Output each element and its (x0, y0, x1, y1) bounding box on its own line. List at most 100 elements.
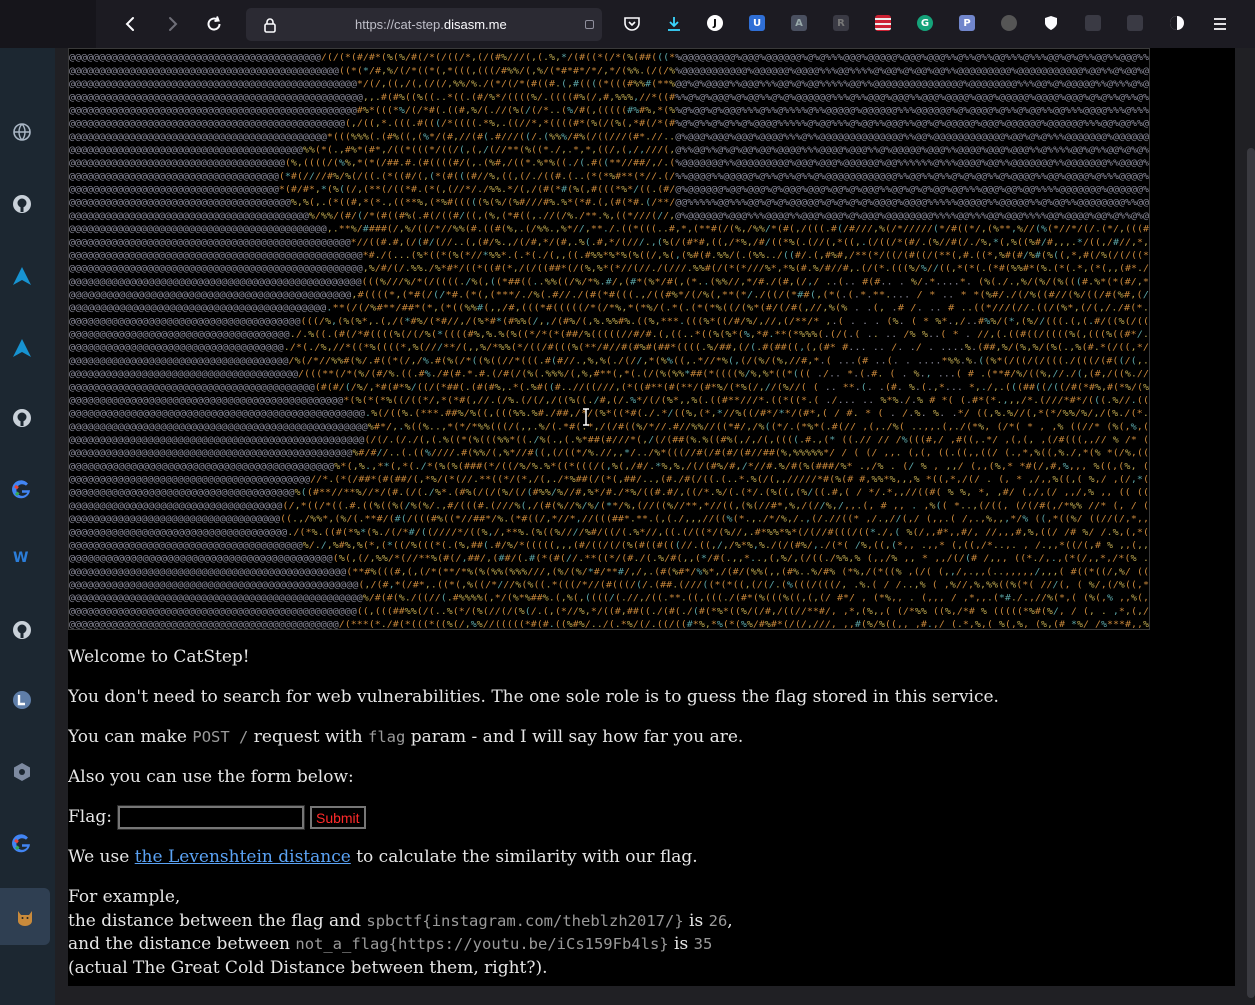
svg-text:@@@@@@@@@@@@@@@@@@@@@@@@@@@@@@: @@@@@@@@@@@@@@@@@@@@@@@@@@@@@@@@@@@@@@@@… (69, 250, 1149, 261)
grammarly-icon[interactable]: G (917, 15, 933, 31)
ascii-art-canvas: @@@@@@@@@@@@@@@@@@@@@@@@@@@@@@@@@@@@@@@@… (69, 52, 1149, 629)
downloads-button[interactable] (664, 14, 684, 34)
example-3: (actual The Great Cold Distance between … (68, 957, 548, 978)
downloads-icon (668, 17, 680, 31)
levenshtein-link[interactable]: the Levenshtein distance (135, 847, 351, 867)
example-intro: For example, (68, 887, 181, 907)
page-content: @@@@@@@@@@@@@@@@@@@@@@@@@@@@@@@@@@@@@@@@… (68, 48, 1235, 986)
extension-a-icon[interactable]: A (791, 15, 807, 31)
svg-text:@@@@@@@@@@@@@@@@@@@@@@@@@@@@@@: @@@@@@@@@@@@@@@@@@@@@@@@@@@@@@@@@@@ ((.,/… (69, 514, 1149, 525)
levenshtein-text: We use the Levenshtein distance to calcu… (68, 847, 698, 867)
svg-text:@@@@@@@@@@@@@@@@@@@@@@@@@@@@@@: @@@@@@@@@@@@@@@@@@@@@@@@@@@@@@@@@@@@@@@@… (69, 263, 1149, 274)
forward-button[interactable] (158, 10, 186, 38)
flag-form: Flag: Submit (68, 805, 1228, 830)
sidebar-google-1[interactable] (8, 476, 36, 504)
l-circle-icon (13, 691, 31, 709)
sidebar-google-2[interactable] (8, 830, 36, 858)
sidebar-arch-2[interactable] (8, 334, 36, 362)
page-viewport: @@@@@@@@@@@@@@@@@@@@@@@@@@@@@@@@@@@@@@@@… (55, 48, 1255, 1005)
svg-text:@@@@@@@@@@@@@@@@@@@@@@@@@@@@@@: @@@@@@@@@@@@@@@@@@@@@@@@@@@@@@@@@@@@@@@@… (69, 566, 1149, 577)
svg-text:@@@@@@@@@@@@@@@@@@@@@@@@@@@@@@: @@@@@@@@@@@@@@@@@@@@@@@@@@@@@@@@@@@@@@@@… (69, 105, 1149, 116)
forward-icon (169, 17, 178, 31)
example-2-distance: 35 (693, 935, 713, 953)
svg-text:@@@@@@@@@@@@@@@@@@@@@@@@@@@@@@: @@@@@@@@@@@@@@@@@@@@@@@@@@@@@@@@@@@@@@@@… (69, 474, 1149, 485)
sidebar-l[interactable] (8, 686, 36, 714)
sidebar-cat[interactable] (0, 888, 50, 945)
svg-text:@@@@@@@@@@@@@@@@@@@@@@@@@@@@@@: @@@@@@@@@@@@@@@@@@@@@@@@@@@@@@@@@@@@@@@@… (69, 382, 1149, 393)
svg-text:@@@@@@@@@@@@@@@@@@@@@@@@@@@@@@: @@@@@@@@@@@@@@@@@@@@@@@@@@@@@@@@@@@@@@@%… (69, 144, 1149, 155)
github-icon (13, 621, 31, 639)
svg-text:@@@@@@@@@@@@@@@@@@@@@@@@@@@@@@: @@@@@@@@@@@@@@@@@@@@@@@@@@@@@@@@@@@@@@@@… (69, 579, 1149, 590)
post-instructions: You can make POST / request with flag pa… (68, 727, 744, 747)
github-icon (13, 195, 31, 213)
sidebar: W (0, 48, 55, 1005)
sidebar-github-2[interactable] (8, 404, 36, 432)
svg-text:@@@@@@@@@@@@@@@@@@@@@@@@@@@@@@: @@@@@@@@@@@@@@@@@@@@@@@@@@@@@@@@@@@@ ./(*… (69, 527, 1149, 538)
svg-text:@@@@@@@@@@@@@@@@@@@@@@@@@@@@@@: @@@@@@@@@@@@@@@@@@@@@@@@@@@@@@@@@@@@@@@@… (69, 395, 1149, 406)
back-button[interactable] (117, 10, 145, 38)
example-block: For example, the distance between the fl… (68, 886, 1228, 980)
ascii-cat-art: @@@@@@@@@@@@@@@@@@@@@@@@@@@@@@@@@@@@@@@@… (68, 48, 1150, 630)
menu-icon (1214, 18, 1226, 30)
lock-icon[interactable] (262, 17, 278, 33)
welcome-text: Welcome to CatStep! (68, 647, 250, 667)
svg-text:@@@@@@@@@@@@@@@@@@@@@@@@@@@@@@: @@@@@@@@@@@@@@@@@@@@@@@@@@@@@@@@@@@ (*#(/… (69, 171, 1149, 182)
sidebar-github-1[interactable] (8, 190, 36, 218)
url-bar[interactable]: https://cat-step.disasm.me (246, 8, 602, 41)
google-icon (12, 480, 30, 499)
sidebar-wm[interactable]: W (8, 542, 36, 570)
svg-text:@@@@@@@@@@@@@@@@@@@@@@@@@@@@@@: @@@@@@@@@@@@@@@@@@@@@@@@@@@@@@@@@@@@@ %((… (69, 487, 1149, 498)
extension-grey-icon[interactable] (1085, 15, 1101, 31)
bitwarden-icon[interactable]: U (749, 15, 765, 31)
extension-grid-icon[interactable] (1127, 15, 1143, 31)
page-scrollbar[interactable] (1247, 148, 1255, 998)
arch-icon (13, 267, 31, 285)
url-text[interactable]: https://cat-step.disasm.me (355, 17, 507, 32)
svg-text:@@@@@@@@@@@@@@@@@@@@@@@@@@@@@@: @@@@@@@@@@@@@@@@@@@@@@@@@@@@@@@@@@@ *(#/#… (69, 184, 1149, 195)
extension-reader-icon[interactable]: R (833, 15, 849, 31)
submit-button[interactable]: Submit (309, 806, 366, 829)
shield-extension-icon[interactable] (1043, 15, 1059, 31)
example-1-flag: spbctf{instagram.com/theblzh2017/} (366, 911, 684, 930)
svg-text:@@@@@@@@@@@@@@@@@@@@@@@@@@@@@@: @@@@@@@@@@@@@@@@@@@@@@@@@@@@@@@@@@@@ ./.%… (69, 329, 1149, 340)
sidebar-hex[interactable] (8, 758, 36, 786)
svg-text:@@@@@@@@@@@@@@@@@@@@@@@@@@@@@@: @@@@@@@@@@@@@@@@@@@@@@@@@@@@@@@@@@@@@@@@… (69, 606, 1149, 617)
svg-text:@@@@@@@@@@@@@@@@@@@@@@@@@@@@@@: @@@@@@@@@@@@@@@@@@@@@@@@@@@@@@@@@@@@@@@@… (69, 593, 1149, 604)
globe-icon (13, 123, 31, 141)
svg-text:@@@@@@@@@@@@@@@@@@@@@@@@@@@@@@: @@@@@@@@@@@@@@@@@@@@@@@@@@@@@@@@@@@@@@@@… (69, 421, 1149, 432)
sidebar-github-3[interactable] (8, 616, 36, 644)
sidebar-globe[interactable] (8, 118, 36, 146)
toolbar-spacer (0, 0, 96, 48)
text-cursor-icon (583, 408, 589, 426)
svg-text:@@@@@@@@@@@@@@@@@@@@@@@@@@@@@@: @@@@@@@@@@@@@@@@@@@@@@@@@@@@@@@@@@@@@@@@… (69, 448, 1149, 459)
svg-text:@@@@@@@@@@@@@@@@@@@@@@@@@@@@@@: @@@@@@@@@@@@@@@@@@@@@@@@@@@@@@@@@@@@@@@@… (69, 461, 1149, 472)
svg-text:@@@@@@@@@@@@@@@@@@@@@@@@@@@@@@: @@@@@@@@@@@@@@@@@@@@@@@@@@@@@@@@@@@@@@@@… (69, 553, 1149, 564)
pocket-button[interactable] (622, 14, 642, 34)
google-icon (12, 834, 30, 853)
svg-text:@@@@@@@@@@@@@@@@@@@@@@@@@@@@@@: @@@@@@@@@@@@@@@@@@@@@@@@@@@@@@@@@@@@@@@@… (69, 619, 1149, 629)
example-1: the distance between the flag and spbctf… (68, 910, 733, 931)
reader-view-icon[interactable] (585, 20, 594, 29)
svg-text:@@@@@@@@@@@@@@@@@@@@@@@@@@@@@@: @@@@@@@@@@@@@@@@@@@@@@@@@@@@@@@@@@@@@@@@… (69, 210, 1149, 221)
svg-text:@@@@@@@@@@@@@@@@@@@@@@@@@@@@@@: @@@@@@@@@@@@@@@@@@@@@@@@@@@@@@@@@@@ (/,*(… (69, 500, 1149, 511)
menu-button[interactable] (1210, 14, 1230, 34)
svg-text:@@@@@@@@@@@@@@@@@@@@@@@@@@@@@@: @@@@@@@@@@@@@@@@@@@@@@@@@@@@@@@@@@@@@@@@… (69, 118, 1149, 129)
sidebar-arch-1[interactable] (8, 262, 36, 290)
post-code: POST / (192, 728, 249, 746)
svg-text:@@@@@@@@@@@@@@@@@@@@@@@@@@@@@@: @@@@@@@@@@@@@@@@@@@@@@@@@@@@@@@@@@@@@%,%… (69, 197, 1149, 208)
flag-input[interactable] (116, 805, 305, 830)
svg-text:@@@@@@@@@@@@@@@@@@@@@@@@@@@@@@: @@@@@@@@@@@@@@@@@@@@@@@@@@@@@@@@@@@@@@@@… (69, 52, 1149, 63)
flag-extension-icon[interactable] (875, 15, 891, 31)
svg-text:@@@@@@@@@@@@@@@@@@@@@@@@@@@@@@: @@@@@@@@@@@@@@@@@@@@@@@@@@@@@@@@@@@@@@@@… (69, 92, 1149, 103)
hexagon-icon (14, 763, 30, 781)
arch-icon (13, 339, 31, 357)
extension-j-icon[interactable]: J (707, 15, 723, 31)
example-2: and the distance between not_a_flag{http… (68, 934, 713, 954)
cat-icon (18, 910, 32, 926)
svg-text:@@@@@@@@@@@@@@@@@@@@@@@@@@@@@@: @@@@@@@@@@@@@@@@@@@@@@@@@@@@@@@@@@@ ./*(.… (69, 342, 1149, 353)
extension-p-icon[interactable]: P (959, 15, 975, 31)
reload-button[interactable] (200, 10, 228, 38)
globe-extension-icon[interactable] (1001, 15, 1017, 31)
dark-reader-icon[interactable] (1169, 15, 1185, 31)
svg-text:@@@@@@@@@@@@@@@@@@@@@@@@@@@@@@: @@@@@@@@@@@@@@@@@@@@@@@@@@@@@@@@@@@@@@@@… (69, 131, 1149, 142)
